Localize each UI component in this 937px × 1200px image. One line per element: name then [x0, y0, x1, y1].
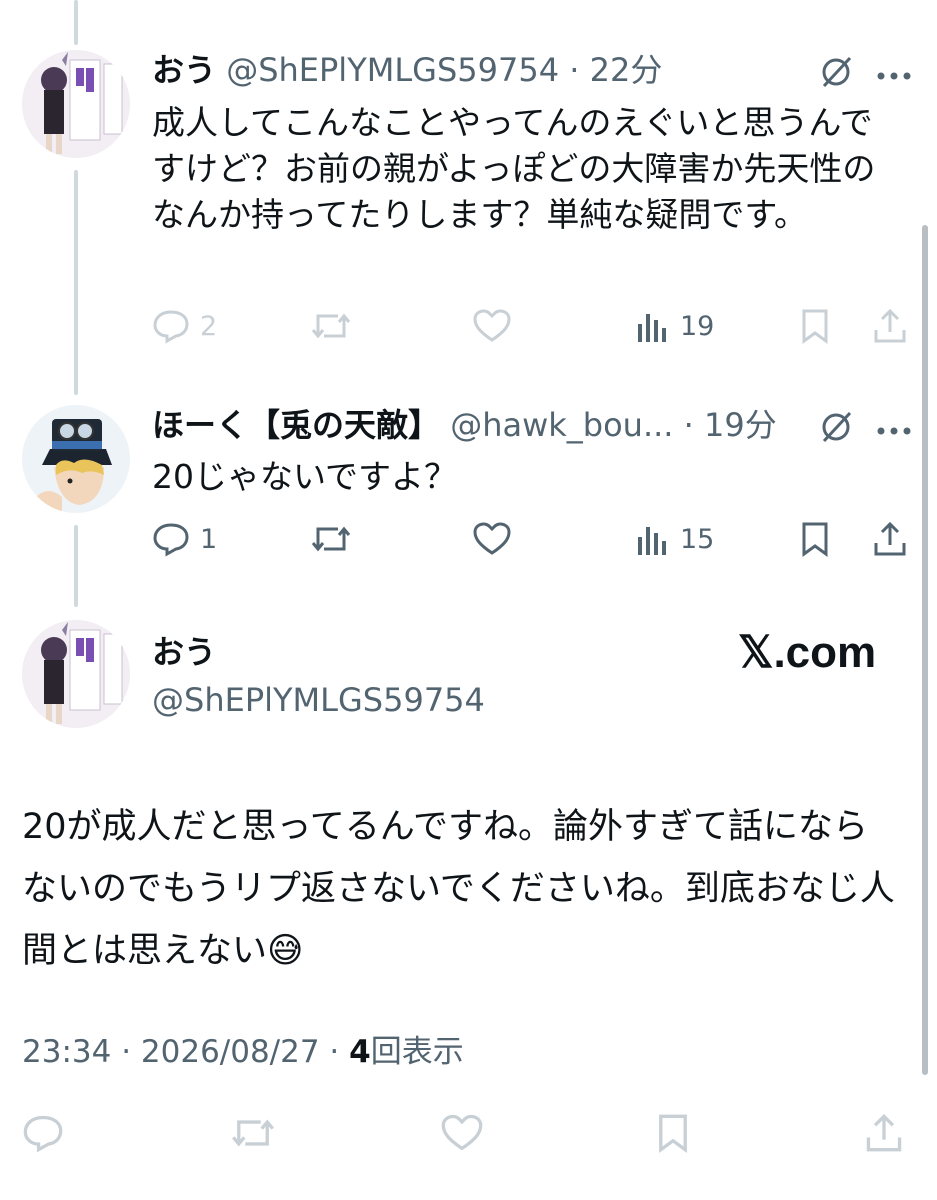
views-label: 回表示: [370, 1034, 464, 1070]
more-icon[interactable]: [876, 66, 912, 85]
main-tweet-meta: 23:34 · 2026/08/27 · 4回表示: [22, 1032, 464, 1072]
reply-count: 1: [200, 523, 218, 555]
reply-button[interactable]: 2: [152, 308, 217, 344]
share-button[interactable]: [872, 308, 908, 344]
tweet-1-header: おう @ShEPlYMLGS59754 · 22分: [152, 50, 662, 90]
reply-icon: [23, 1115, 63, 1153]
bookmark-icon: [659, 1114, 687, 1153]
share-button[interactable]: [872, 521, 908, 557]
user-handle[interactable]: @hawk_bou...: [450, 406, 673, 444]
tweet-2-header: ほーく【兎の天敵】 @hawk_bou... · 19分: [152, 405, 777, 445]
main-share-button[interactable]: [864, 1113, 904, 1153]
reply-icon: [153, 310, 189, 344]
x-com-brand: 𝕏.com: [738, 628, 877, 677]
like-icon: [473, 309, 511, 342]
separator: ·: [683, 406, 694, 444]
grok-icon[interactable]: [818, 54, 854, 94]
views-icon: [638, 314, 666, 342]
like-icon: [473, 522, 511, 555]
avatar-ou[interactable]: [22, 50, 130, 158]
thread-line-2: [74, 525, 78, 607]
main-tweet-text: 20が成人だと思ってるんですね。論外すぎて話にならないのでもうリプ返さないでくだ…: [22, 807, 895, 971]
main-retweet-button[interactable]: [230, 1113, 276, 1153]
timestamp[interactable]: 19分: [704, 406, 777, 444]
bookmark-button[interactable]: [800, 308, 830, 344]
like-button[interactable]: [472, 308, 512, 344]
reply-count: 2: [200, 310, 218, 342]
main-bookmark-button[interactable]: [656, 1113, 690, 1153]
views-count: 4: [349, 1034, 371, 1070]
reply-icon: [153, 523, 189, 557]
bookmark-icon: [802, 522, 828, 557]
share-icon: [874, 308, 906, 343]
share-icon: [874, 521, 906, 556]
retweet-icon: [311, 313, 351, 339]
like-icon: [441, 1114, 483, 1151]
avatar-ou-main[interactable]: [22, 620, 130, 728]
main-user-handle[interactable]: @ShEPlYMLGS59754: [152, 680, 485, 720]
tweet-2-text: 20じゃないですよ？: [152, 457, 458, 496]
tweet-1-text: 成人してこんなことやってんのえぐいと思うんですけど？お前の親がよっぽどの大障害か…: [152, 103, 876, 234]
view-count: 19: [680, 310, 715, 342]
bookmark-button[interactable]: [800, 521, 830, 557]
user-handle[interactable]: @ShEPlYMLGS59754: [226, 51, 559, 89]
display-name[interactable]: ほーく【兎の天敵】: [152, 406, 440, 444]
view-count: 15: [680, 523, 715, 555]
retweet-button[interactable]: [310, 521, 352, 557]
scrollbar[interactable]: [922, 225, 928, 1075]
views-button[interactable]: 19: [636, 308, 714, 344]
bookmark-icon: [802, 309, 828, 344]
avatar-hawk[interactable]: [22, 405, 130, 513]
share-icon: [866, 1113, 902, 1152]
thread-line-1: [74, 170, 78, 395]
retweet-icon: [232, 1119, 274, 1147]
display-name[interactable]: おう: [152, 51, 216, 89]
reply-button[interactable]: 1: [152, 521, 217, 557]
retweet-icon: [311, 526, 351, 552]
grok-icon[interactable]: [818, 409, 854, 449]
retweet-button[interactable]: [310, 308, 352, 344]
main-like-button[interactable]: [440, 1113, 484, 1153]
views-icon: [638, 527, 666, 555]
timestamp[interactable]: 22分: [590, 51, 663, 89]
thread-line-top: [74, 0, 78, 45]
more-icon[interactable]: [876, 421, 912, 440]
main-display-name[interactable]: おう: [152, 632, 216, 672]
like-button[interactable]: [472, 521, 512, 557]
separator: ·: [569, 51, 580, 89]
views-button[interactable]: 15: [636, 521, 714, 557]
main-reply-button[interactable]: [22, 1113, 64, 1153]
main-timestamp[interactable]: 23:34 · 2026/08/27 ·: [22, 1034, 349, 1070]
